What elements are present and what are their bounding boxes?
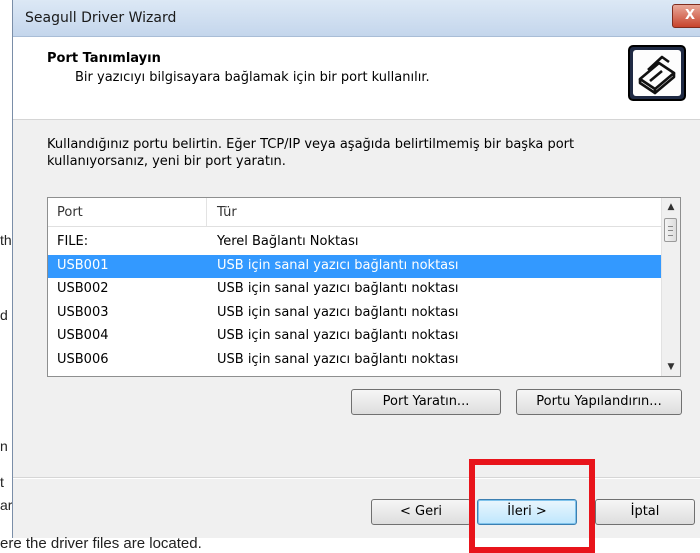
window-title: Seagull Driver Wizard: [25, 10, 177, 26]
red-highlight-box: [469, 459, 595, 553]
port-list-header: Port Tür: [48, 198, 662, 227]
close-button[interactable]: X: [672, 4, 700, 28]
back-button[interactable]: < Geri: [371, 499, 471, 525]
port-name: USB002: [57, 281, 109, 296]
create-port-button[interactable]: Port Yaratın...: [351, 389, 501, 415]
column-header-type[interactable]: Tür: [217, 205, 237, 220]
background-text-fragment: ar: [0, 497, 13, 513]
title-bar[interactable]: Seagull Driver Wizard X: [13, 0, 700, 37]
port-type: USB için sanal yazıcı bağlantı noktası: [217, 351, 459, 367]
port-name: USB003: [57, 304, 109, 320]
port-row-file[interactable]: FILE: Yerel Bağlantı Noktası: [48, 231, 662, 255]
port-type: USB için sanal yazıcı bağlantı noktası: [217, 304, 459, 320]
printer-wizard-icon: [628, 45, 686, 101]
port-row-usb003[interactable]: USB003 USB için sanal yazıcı bağlantı no…: [48, 302, 662, 326]
background-text-fragment: t: [0, 474, 4, 490]
instructions-text: Kullandığınız portu belirtin. Eğer TCP/I…: [47, 137, 575, 169]
scrollbar-thumb[interactable]: [664, 218, 677, 242]
wizard-header: Port Tanımlayın Bir yazıcıyı bilgisayara…: [13, 37, 700, 120]
port-name: USB006: [57, 351, 109, 367]
cancel-button[interactable]: İptal: [595, 499, 695, 525]
column-header-port[interactable]: Port: [57, 205, 83, 220]
port-row-usb004[interactable]: USB004 USB için sanal yazıcı bağlantı no…: [48, 325, 662, 349]
column-divider[interactable]: [206, 198, 207, 226]
background-text-fragment: th: [0, 232, 12, 248]
port-name: USB004: [57, 328, 109, 343]
port-name: FILE:: [57, 234, 89, 249]
background-text-fragment: d: [0, 307, 8, 323]
port-type: USB için sanal yazıcı bağlantı noktası: [217, 281, 459, 296]
page-subtitle: Bir yazıcıyı bilgisayara bağlamak için b…: [75, 70, 430, 85]
port-row-usb002[interactable]: USB002 USB için sanal yazıcı bağlantı no…: [48, 278, 662, 302]
vertical-scrollbar[interactable]: ▲ ▼: [661, 198, 680, 376]
port-type: USB için sanal yazıcı bağlantı noktası: [217, 257, 459, 273]
scroll-down-arrow-icon[interactable]: ▼: [662, 358, 680, 376]
port-row-usb001-selected[interactable]: USB001 USB için sanal yazıcı bağlantı no…: [48, 254, 662, 278]
background-bottom-text: ere the driver files are located.: [0, 535, 202, 552]
port-name: USB001: [57, 257, 109, 273]
port-list-rows: FILE: Yerel Bağlantı Noktası USB001 USB …: [48, 231, 662, 372]
background-text-fragment: n: [0, 438, 8, 454]
port-row-usb006[interactable]: USB006 USB için sanal yazıcı bağlantı no…: [48, 349, 662, 373]
footer-divider: [13, 477, 700, 479]
scroll-up-arrow-icon[interactable]: ▲: [662, 198, 680, 216]
port-list[interactable]: Port Tür FILE: Yerel Bağlantı Noktası US…: [47, 197, 681, 377]
configure-port-button[interactable]: Portu Yapılandırın...: [516, 389, 682, 415]
port-type: USB için sanal yazıcı bağlantı noktası: [217, 328, 459, 343]
wizard-dialog: Seagull Driver Wizard X Port Tanımlayın …: [12, 0, 700, 538]
port-type: Yerel Bağlantı Noktası: [217, 234, 359, 249]
page-title: Port Tanımlayın: [47, 51, 161, 66]
grip-icon: [668, 226, 673, 236]
